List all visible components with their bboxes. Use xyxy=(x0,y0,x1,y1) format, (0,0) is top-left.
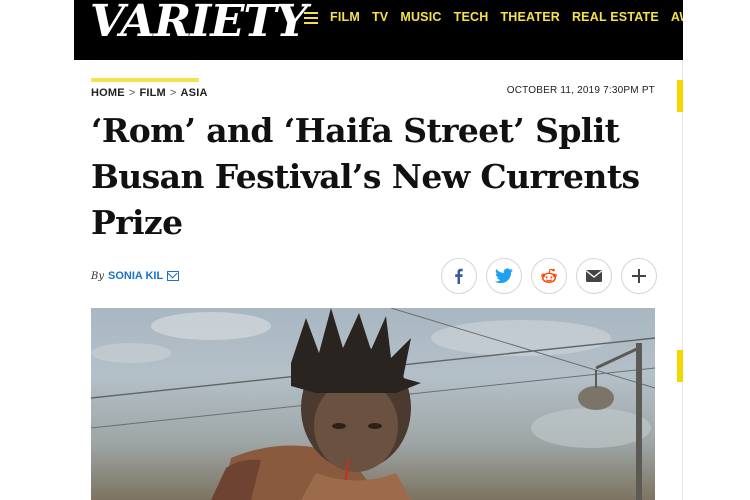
left-gutter xyxy=(0,0,74,500)
breadcrumb-separator: > xyxy=(128,87,136,99)
email-share-button[interactable] xyxy=(576,258,612,294)
page-edge xyxy=(682,60,683,500)
twitter-icon xyxy=(495,268,513,284)
nav-item-theater[interactable]: THEATER xyxy=(500,10,560,24)
author-link[interactable]: SONIA KIL xyxy=(108,270,163,282)
hero-image-illustration xyxy=(91,308,655,500)
breadcrumb-home[interactable]: HOME xyxy=(91,87,125,99)
variety-logo[interactable]: VARIETY xyxy=(90,0,308,46)
reddit-icon xyxy=(541,268,557,284)
hero-image xyxy=(91,308,655,500)
author-email-icon[interactable] xyxy=(167,271,180,281)
reddit-share-button[interactable] xyxy=(531,258,567,294)
publish-timestamp: OCTOBER 11, 2019 7:30PM PT xyxy=(506,85,655,96)
site-header: VARIETY FILM TV MUSIC TECH THEATER REAL … xyxy=(74,0,683,60)
breadcrumb-separator: > xyxy=(169,87,177,99)
nav-item-tech[interactable]: TECH xyxy=(454,10,489,24)
facebook-share-button[interactable] xyxy=(441,258,477,294)
twitter-share-button[interactable] xyxy=(486,258,522,294)
breadcrumb-asia[interactable]: ASIA xyxy=(181,87,208,99)
article-headline: ‘Rom’ and ‘Haifa Street’ Split Busan Fes… xyxy=(91,111,640,242)
breadcrumb: HOME > FILM > ASIA xyxy=(91,87,208,99)
hamburger-menu-icon[interactable] xyxy=(304,12,318,24)
sidebar-accent-mark xyxy=(677,350,683,382)
breadcrumb-accent-bar xyxy=(91,78,199,82)
nav-item-film[interactable]: FILM xyxy=(330,10,360,24)
email-icon xyxy=(586,270,602,282)
more-share-button[interactable] xyxy=(621,258,657,294)
nav-item-real-estate[interactable]: REAL ESTATE xyxy=(572,10,659,24)
nav-item-awards[interactable]: AWARDS xyxy=(671,10,683,24)
nav-item-music[interactable]: MUSIC xyxy=(400,10,441,24)
sidebar-accent-mark xyxy=(677,80,683,112)
right-gutter xyxy=(683,0,750,500)
facebook-icon xyxy=(455,268,463,284)
nav-item-tv[interactable]: TV xyxy=(372,10,388,24)
byline-prefix: By xyxy=(91,270,104,282)
main-nav: FILM TV MUSIC TECH THEATER REAL ESTATE A… xyxy=(330,10,683,24)
byline: By SONIA KIL xyxy=(91,270,180,282)
breadcrumb-film[interactable]: FILM xyxy=(139,87,165,99)
plus-icon xyxy=(632,269,646,283)
share-buttons xyxy=(432,258,657,294)
